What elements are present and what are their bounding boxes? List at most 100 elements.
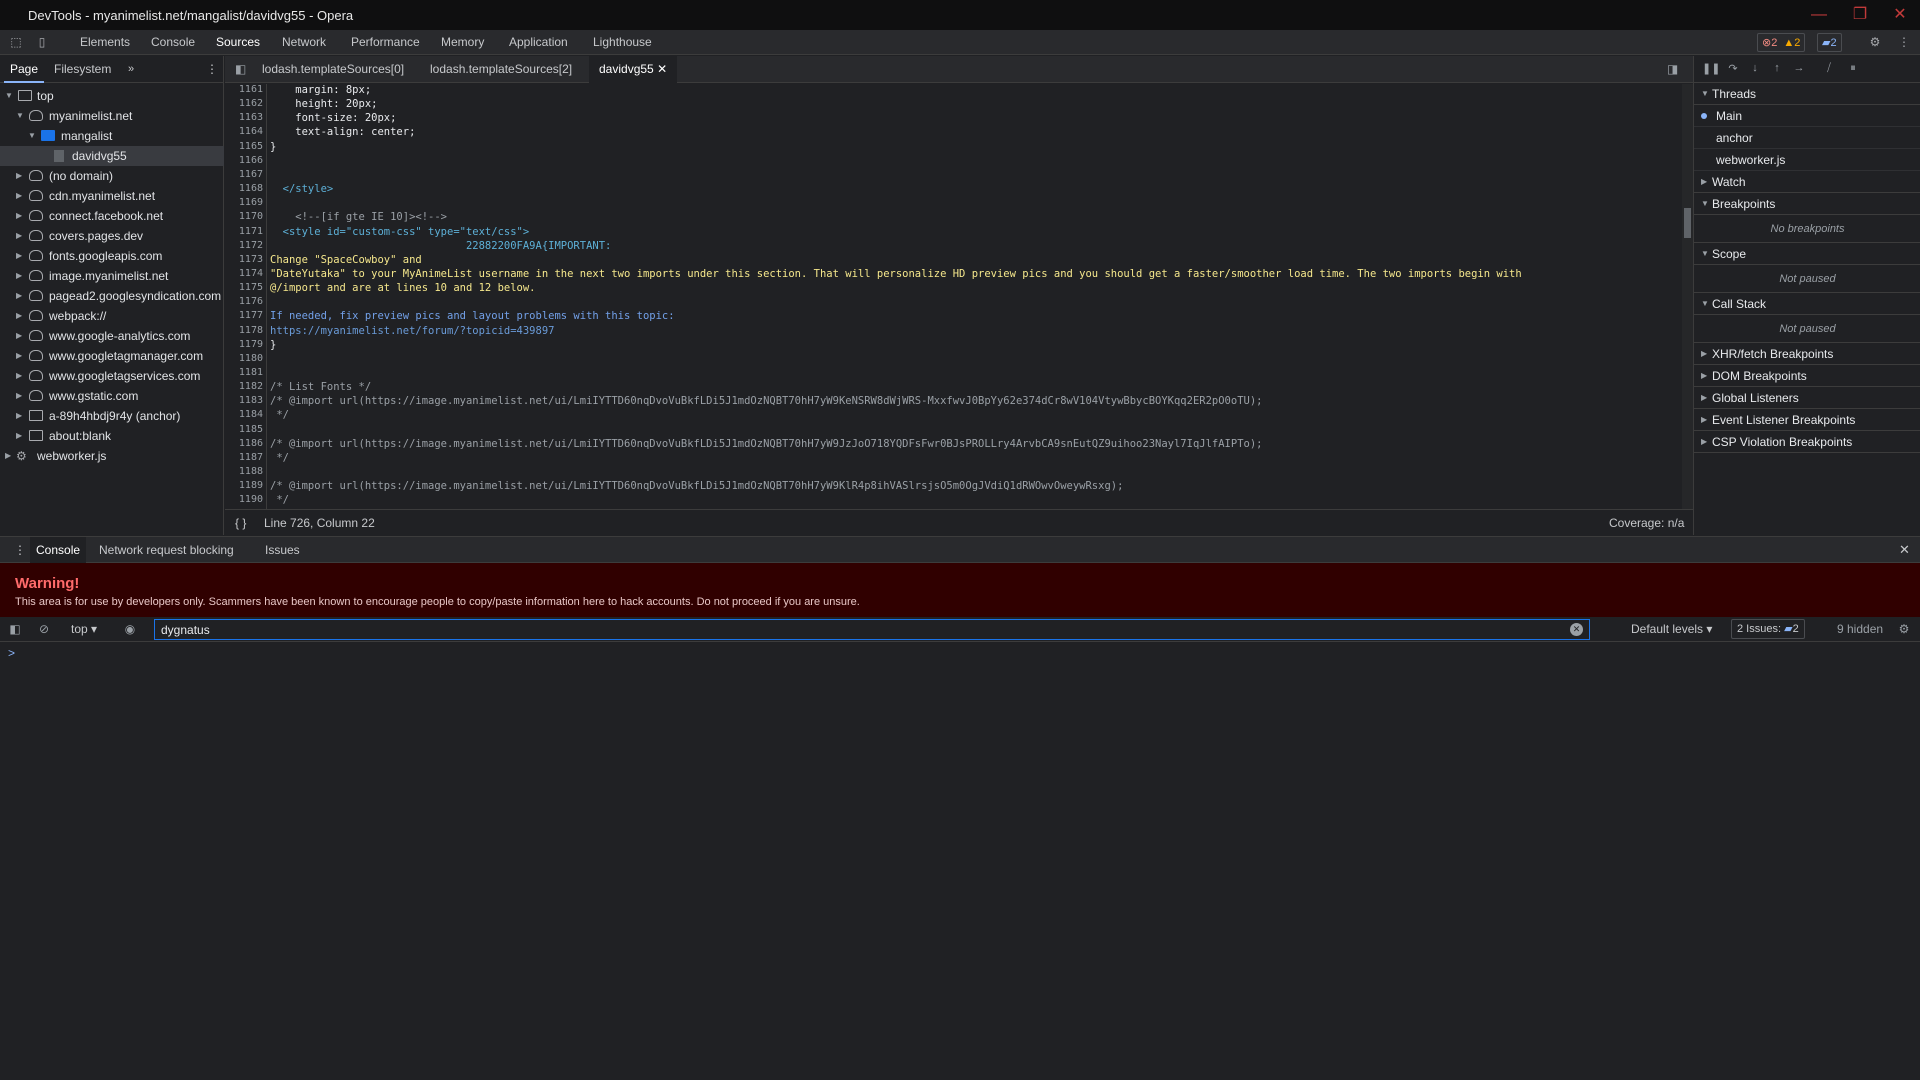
- thread-item[interactable]: anchor: [1694, 127, 1920, 149]
- pause-icon[interactable]: ❚❚: [1702, 62, 1720, 76]
- minimize-icon[interactable]: —: [1804, 4, 1834, 26]
- dom-breakpoints-section[interactable]: ▶ DOM Breakpoints: [1694, 365, 1920, 387]
- sidebar-toggle-icon[interactable]: ◧: [7, 621, 23, 637]
- code-line[interactable]: Change "SpaceCowboy" and: [270, 254, 422, 266]
- more-options-icon[interactable]: ⋮: [1896, 35, 1912, 49]
- navigator-menu-icon[interactable]: ⋮: [200, 56, 224, 83]
- tab-elements[interactable]: Elements: [72, 30, 138, 55]
- tree-item[interactable]: ▶ ⚙ webworker.js: [0, 446, 224, 466]
- line-number[interactable]: 1169: [225, 197, 263, 208]
- line-number[interactable]: 1188: [225, 466, 263, 477]
- scope-section[interactable]: ▼ Scope: [1694, 243, 1920, 265]
- csp-violation-breakpoints-section[interactable]: ▶ CSP Violation Breakpoints: [1694, 431, 1920, 453]
- close-drawer-icon[interactable]: ✕: [1893, 537, 1916, 563]
- event-listener-breakpoints-section[interactable]: ▶ Event Listener Breakpoints: [1694, 409, 1920, 431]
- line-number[interactable]: 1187: [225, 452, 263, 463]
- restore-icon[interactable]: ❐: [1845, 4, 1875, 26]
- toggle-navigator-icon[interactable]: ◧: [235, 56, 246, 83]
- line-number[interactable]: 1189: [225, 480, 263, 491]
- line-number[interactable]: 1180: [225, 353, 263, 364]
- tree-item-selected[interactable]: davidvg55: [0, 146, 224, 166]
- editor-tab-active[interactable]: davidvg55 ✕: [589, 56, 678, 83]
- close-tab-icon[interactable]: ✕: [657, 62, 667, 76]
- line-number[interactable]: 1168: [225, 183, 263, 194]
- line-number[interactable]: 1170: [225, 211, 263, 222]
- drawer-tab-issues[interactable]: Issues: [259, 537, 306, 563]
- editor-tab[interactable]: lodash.templateSources[0]: [262, 56, 404, 83]
- tree-item[interactable]: ▶ image.myanimelist.net: [0, 266, 224, 286]
- console-filter-input[interactable]: dygnatus ✕: [154, 619, 1590, 640]
- line-number[interactable]: 1184: [225, 409, 263, 420]
- pause-on-exceptions-icon[interactable]: ⏸: [1846, 62, 1860, 76]
- pretty-print-icon[interactable]: { }: [235, 516, 246, 530]
- context-selector[interactable]: top ▾: [71, 622, 97, 636]
- tree-item[interactable]: ▶ connect.facebook.net: [0, 206, 224, 226]
- line-number[interactable]: 1178: [225, 325, 263, 336]
- code-line[interactable]: /* @import url(https://image.myanimelist…: [270, 480, 1123, 492]
- code-line[interactable]: }: [270, 339, 276, 351]
- call-stack-section[interactable]: ▼ Call Stack: [1694, 293, 1920, 315]
- code-line[interactable]: */: [270, 494, 289, 506]
- line-number[interactable]: 1171: [225, 226, 263, 237]
- tree-item[interactable]: ▶ www.googletagmanager.com: [0, 346, 224, 366]
- drawer-menu-icon[interactable]: ⋮: [8, 537, 32, 563]
- tab-sources[interactable]: Sources: [208, 30, 268, 55]
- code-line[interactable]: /* List Fonts */: [270, 381, 371, 393]
- tree-item[interactable]: ▶ fonts.googleapis.com: [0, 246, 224, 266]
- global-listeners-section[interactable]: ▶ Global Listeners: [1694, 387, 1920, 409]
- code-line[interactable]: /* @import url(https://image.myanimelist…: [270, 395, 1262, 407]
- tab-application[interactable]: Application: [501, 30, 576, 55]
- close-icon[interactable]: ✕: [1885, 4, 1915, 26]
- line-number[interactable]: 1166: [225, 155, 263, 166]
- toggle-debugger-icon[interactable]: ◨: [1667, 56, 1678, 83]
- log-levels-dropdown[interactable]: Default levels ▾: [1631, 622, 1712, 636]
- line-number[interactable]: 1186: [225, 438, 263, 449]
- line-number[interactable]: 1167: [225, 169, 263, 180]
- code-line[interactable]: */: [270, 409, 289, 421]
- tree-item[interactable]: ▶ www.googletagservices.com: [0, 366, 224, 386]
- code-line[interactable]: /* @import url(https://image.myanimelist…: [270, 438, 1262, 450]
- code-line[interactable]: @/import and are at lines 10 and 12 belo…: [270, 282, 536, 294]
- tab-network[interactable]: Network: [274, 30, 334, 55]
- code-line[interactable]: height: 20px;: [270, 98, 377, 110]
- scrollbar-thumb[interactable]: [1684, 208, 1691, 238]
- issues-counter[interactable]: 2 Issues: ▰2: [1731, 619, 1805, 639]
- tree-item[interactable]: ▶ pagead2.googlesyndication.com: [0, 286, 224, 306]
- line-number[interactable]: 1164: [225, 126, 263, 137]
- tree-item[interactable]: ▶ cdn.myanimelist.net: [0, 186, 224, 206]
- code-line[interactable]: margin: 8px;: [270, 84, 371, 96]
- tree-item[interactable]: ▶ webpack://: [0, 306, 224, 326]
- code-line[interactable]: */: [270, 452, 289, 464]
- console-output[interactable]: [0, 642, 1920, 1080]
- message-counter[interactable]: ▰2: [1817, 33, 1842, 52]
- code-line[interactable]: }: [270, 141, 276, 153]
- inspect-element-icon[interactable]: ⬚: [8, 35, 24, 49]
- tree-item[interactable]: ▶ (no domain): [0, 166, 224, 186]
- code-line[interactable]: "DateYutaka" to your MyAnimeList usernam…: [270, 268, 1522, 280]
- line-number[interactable]: 1183: [225, 395, 263, 406]
- tree-item[interactable]: ▶ a-89h4hbdj9r4y (anchor): [0, 406, 224, 426]
- tab-lighthouse[interactable]: Lighthouse: [585, 30, 660, 55]
- more-tabs-icon[interactable]: »: [122, 56, 140, 83]
- clear-filter-icon[interactable]: ✕: [1570, 623, 1583, 636]
- line-number[interactable]: 1177: [225, 310, 263, 321]
- line-number[interactable]: 1162: [225, 98, 263, 109]
- settings-gear-icon[interactable]: ⚙: [1867, 35, 1883, 49]
- line-number[interactable]: 1175: [225, 282, 263, 293]
- tab-page[interactable]: Page: [4, 56, 45, 83]
- tree-item[interactable]: ▼ top: [0, 86, 224, 106]
- threads-section[interactable]: ▼ Threads: [1694, 83, 1920, 105]
- line-number[interactable]: 1190: [225, 494, 263, 505]
- tree-item[interactable]: ▶ www.gstatic.com: [0, 386, 224, 406]
- code-line[interactable]: <style id="custom-css" type="text/css">: [270, 226, 530, 238]
- live-expression-eye-icon[interactable]: ◉: [122, 621, 138, 637]
- editor-tab[interactable]: lodash.templateSources[2]: [430, 56, 572, 83]
- line-number[interactable]: 1161: [225, 84, 263, 95]
- deactivate-breakpoints-icon[interactable]: ⧸: [1822, 62, 1836, 76]
- line-number[interactable]: 1172: [225, 240, 263, 251]
- tree-item[interactable]: ▶ www.google-analytics.com: [0, 326, 224, 346]
- code-line[interactable]: <!--[if gte IE 10]><!-->: [270, 211, 447, 223]
- code-line[interactable]: </style>: [270, 183, 334, 195]
- code-line[interactable]: 22882200FA9A{IMPORTANT:: [270, 240, 611, 252]
- line-number[interactable]: 1173: [225, 254, 263, 265]
